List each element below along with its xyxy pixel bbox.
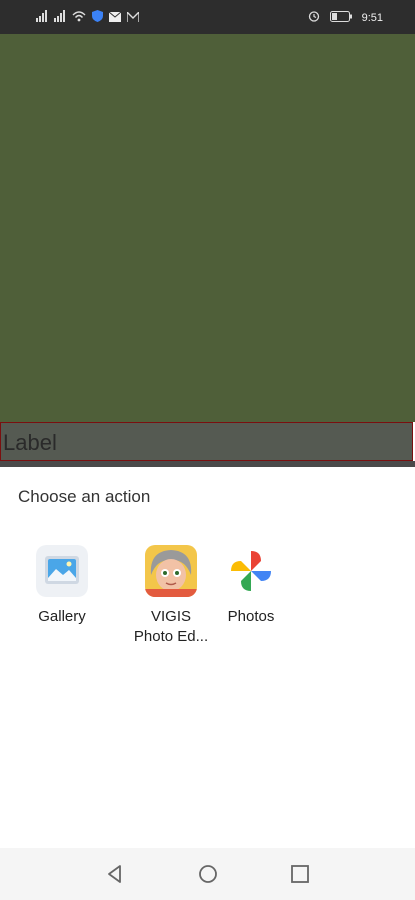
chooser-sheet: Choose an action Gallery VIGIS Photo Ed.… (0, 467, 415, 848)
shield-icon (92, 9, 103, 27)
app-label-gallery: Gallery (38, 608, 86, 625)
status-icons-left (36, 9, 140, 27)
label-field: Label (0, 422, 413, 461)
mail-icon (108, 9, 122, 27)
chooser-title: Choose an action (18, 487, 151, 506)
signal-icon (36, 9, 48, 27)
status-bar: 9:51 (0, 0, 415, 34)
back-icon[interactable] (103, 862, 127, 886)
recents-icon[interactable] (288, 862, 312, 886)
google-photos-icon (225, 545, 277, 597)
alarm-icon (308, 9, 320, 27)
home-icon[interactable] (196, 862, 220, 886)
vigis-avatar-icon (145, 545, 197, 597)
wifi-icon (72, 9, 86, 27)
signal-icon (54, 9, 66, 27)
app-vigis-photo-editor[interactable]: VIGIS Photo Ed... (126, 545, 216, 647)
label-text: Label (3, 430, 57, 455)
gallery-icon (36, 545, 88, 597)
m-icon (126, 9, 140, 27)
app-gallery[interactable]: Gallery (17, 545, 107, 627)
battery-icon (329, 9, 352, 27)
status-time: 9:51 (361, 12, 383, 24)
navigation-bar (0, 848, 415, 900)
app-photos[interactable]: Photos (206, 545, 296, 627)
content-area (0, 34, 415, 422)
app-label-photos: Photos (227, 608, 275, 625)
app-label-vigis: VIGIS Photo Ed... (133, 608, 209, 645)
status-icons-right: 9:51 (308, 9, 383, 27)
